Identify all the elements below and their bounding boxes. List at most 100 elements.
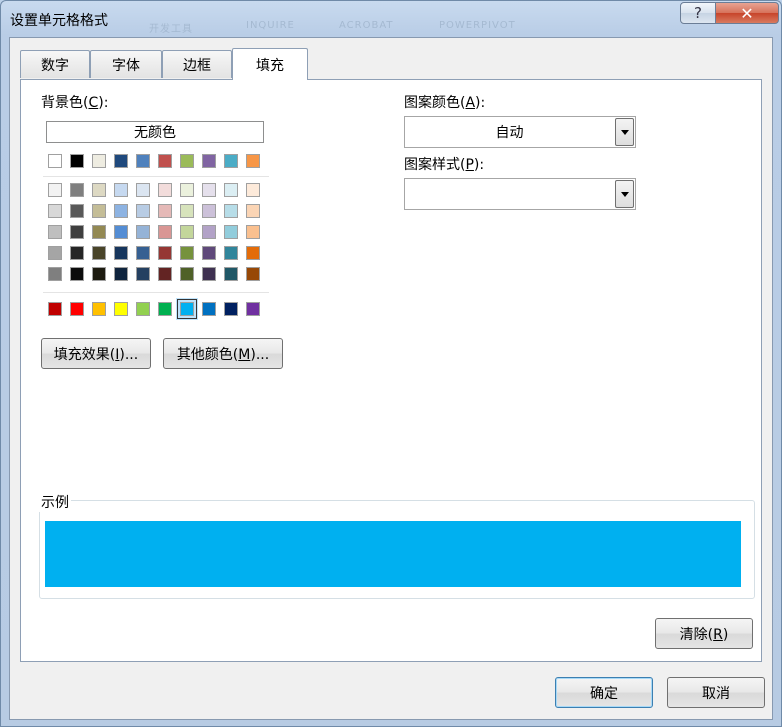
tab-number[interactable]: 数字 (20, 50, 90, 78)
color-swatch[interactable] (114, 246, 128, 260)
pattern-style-label: 图案样式(P): (404, 157, 485, 173)
color-swatch[interactable] (70, 204, 84, 218)
color-swatch[interactable] (136, 302, 150, 316)
pattern-color-value: 自动 (495, 125, 524, 141)
more-colors-button[interactable]: 其他颜色(M)... (163, 338, 283, 369)
color-swatch[interactable] (202, 225, 216, 239)
color-swatch[interactable] (48, 225, 62, 239)
color-swatch[interactable] (158, 154, 172, 168)
color-swatch[interactable] (246, 267, 260, 281)
sample-label: 示例 (39, 492, 71, 512)
close-button[interactable]: ✕ (715, 2, 779, 24)
background-ribbon-text: INQUIRE (246, 20, 295, 31)
color-swatch[interactable] (70, 246, 84, 260)
color-swatch[interactable] (114, 302, 128, 316)
color-swatch[interactable] (136, 225, 150, 239)
color-swatch[interactable] (92, 204, 106, 218)
color-swatch[interactable] (202, 183, 216, 197)
pattern-style-value (405, 179, 614, 209)
color-swatch[interactable] (246, 204, 260, 218)
tab-border[interactable]: 边框 (162, 50, 232, 78)
color-swatch[interactable] (180, 204, 194, 218)
color-swatch[interactable] (224, 183, 238, 197)
color-swatch[interactable] (48, 204, 62, 218)
color-swatch[interactable] (158, 267, 172, 281)
color-swatch[interactable] (92, 154, 106, 168)
cancel-button[interactable]: 取消 (667, 677, 765, 708)
color-swatch[interactable] (180, 267, 194, 281)
color-swatch[interactable] (202, 302, 216, 316)
dialog-title: 设置单元格格式 (10, 13, 108, 29)
ok-button[interactable]: 确定 (555, 677, 653, 708)
color-swatch[interactable] (224, 225, 238, 239)
color-swatch[interactable] (224, 246, 238, 260)
color-swatch[interactable] (202, 246, 216, 260)
color-swatch[interactable] (70, 302, 84, 316)
color-swatch[interactable] (224, 267, 238, 281)
color-swatch[interactable] (92, 267, 106, 281)
color-swatch[interactable] (180, 246, 194, 260)
color-swatch[interactable] (158, 225, 172, 239)
color-swatch[interactable] (48, 302, 62, 316)
background-ribbon-text: 开发工具 (149, 24, 193, 35)
pattern-color-dropdown[interactable]: 自动 (404, 116, 636, 148)
tab-fill[interactable]: 填充 (232, 48, 308, 80)
color-swatch[interactable] (246, 302, 260, 316)
color-swatch[interactable] (136, 183, 150, 197)
color-swatch[interactable] (48, 246, 62, 260)
chevron-down-icon[interactable] (615, 180, 634, 208)
close-icon: ✕ (740, 3, 754, 23)
color-swatch[interactable] (202, 154, 216, 168)
title-bar[interactable]: 设置单元格格式 开发工具 INQUIRE ACROBAT POWERPIVOT … (1, 1, 781, 37)
color-swatch[interactable] (70, 225, 84, 239)
color-swatch[interactable] (158, 204, 172, 218)
tab-font[interactable]: 字体 (90, 50, 162, 78)
color-swatch[interactable] (92, 225, 106, 239)
color-swatch[interactable] (202, 267, 216, 281)
color-swatch[interactable] (202, 204, 216, 218)
color-swatch[interactable] (180, 154, 194, 168)
pattern-style-dropdown[interactable] (404, 178, 636, 210)
color-swatch[interactable] (70, 183, 84, 197)
fill-effects-button[interactable]: 填充效果(I)... (41, 338, 151, 369)
color-swatch[interactable] (136, 154, 150, 168)
color-swatch[interactable] (246, 225, 260, 239)
help-button[interactable]: ? (680, 2, 716, 24)
color-swatch[interactable] (48, 267, 62, 281)
color-swatch[interactable] (136, 246, 150, 260)
color-swatch[interactable] (114, 225, 128, 239)
color-swatch[interactable] (246, 246, 260, 260)
color-swatch[interactable] (92, 246, 106, 260)
clear-button[interactable]: 清除(R) (655, 618, 753, 649)
color-swatch[interactable] (246, 183, 260, 197)
color-swatch[interactable] (177, 299, 197, 319)
chevron-down-icon[interactable] (615, 118, 634, 146)
color-swatch[interactable] (224, 302, 238, 316)
color-swatch[interactable] (70, 154, 84, 168)
color-swatch[interactable] (180, 225, 194, 239)
color-swatch[interactable] (136, 267, 150, 281)
color-swatch[interactable] (224, 204, 238, 218)
color-swatch[interactable] (92, 183, 106, 197)
color-swatch[interactable] (158, 183, 172, 197)
color-swatch[interactable] (114, 154, 128, 168)
color-swatch[interactable] (224, 154, 238, 168)
palette-divider (43, 176, 269, 177)
background-ribbon-text: ACROBAT (339, 20, 394, 31)
color-swatch[interactable] (48, 183, 62, 197)
color-swatch[interactable] (114, 267, 128, 281)
color-swatch[interactable] (114, 183, 128, 197)
fill-effects-label: 填充效果(I)... (53, 346, 139, 363)
color-swatch[interactable] (114, 204, 128, 218)
pattern-color-label: 图案颜色(A): (404, 95, 486, 111)
color-swatch[interactable] (246, 154, 260, 168)
color-swatch[interactable] (136, 204, 150, 218)
color-swatch[interactable] (158, 302, 172, 316)
color-swatch[interactable] (180, 183, 194, 197)
color-swatch[interactable] (158, 246, 172, 260)
color-swatch[interactable] (70, 267, 84, 281)
palette-divider (43, 292, 269, 293)
color-swatch[interactable] (92, 302, 106, 316)
color-swatch[interactable] (48, 154, 62, 168)
no-color-button[interactable]: 无颜色 (46, 121, 264, 143)
